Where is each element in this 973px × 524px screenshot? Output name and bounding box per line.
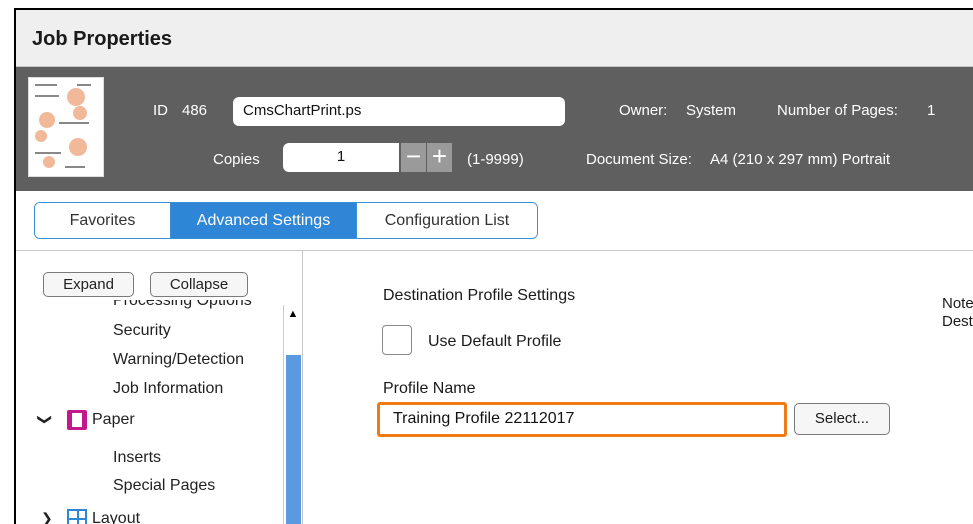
use-default-profile-label: Use Default Profile [428,333,562,350]
note-label: Note: [942,295,973,312]
tree-scrollbar[interactable]: ▲ [283,305,302,524]
scroll-thumb[interactable] [286,355,301,524]
tree-item-layout[interactable]: Layout [92,510,140,524]
job-properties-window: Job Properties ID 486 CmsChartPrint.ps O… [14,8,973,524]
destination-profile-heading: Destination Profile Settings [383,287,576,304]
copies-decrement-button[interactable]: − [401,143,426,172]
tree-item-warning-detection[interactable]: Warning/Detection [113,351,244,369]
filename-field[interactable]: CmsChartPrint.ps [233,97,565,126]
chevron-down-icon[interactable]: ❯ [36,414,53,426]
use-default-profile-checkbox[interactable] [382,325,412,355]
job-id-value: 486 [182,102,208,119]
tree-item-inserts[interactable]: Inserts [113,449,161,467]
copies-label: Copies [213,151,260,168]
layout-icon [67,509,87,524]
note-text: Destin [942,313,973,330]
tree-item-paper[interactable]: Paper [92,411,135,429]
collapse-button[interactable]: Collapse [150,272,248,297]
select-profile-button[interactable]: Select... [794,403,890,435]
copies-increment-button[interactable]: + [427,143,452,172]
settings-tabs: Favorites Advanced Settings Configuratio… [34,202,538,239]
destination-profile-panel: Destination Profile Settings Use Default… [303,251,973,524]
profile-name-label: Profile Name [383,380,476,397]
tree-item-security[interactable]: Security [113,322,171,340]
tree-item-processing-options[interactable]: Processing Options [113,300,252,310]
paper-icon [67,410,87,430]
window-title: Job Properties [32,28,173,50]
owner-value: System [686,102,737,119]
chevron-right-icon[interactable]: ❯ [41,510,53,524]
tree-item-special-pages[interactable]: Special Pages [113,477,215,495]
document-thumbnail [28,77,104,177]
expand-button[interactable]: Expand [43,272,134,297]
owner-label: Owner: [619,102,668,119]
document-size-label: Document Size: [586,151,692,168]
tab-favorites[interactable]: Favorites [35,203,171,238]
title-bar: Job Properties [16,10,973,67]
settings-tree: Expand Collapse Processing Options Secur… [26,260,303,524]
tree-item-job-information[interactable]: Job Information [113,380,223,398]
tab-advanced-settings[interactable]: Advanced Settings [171,203,357,238]
job-id-label: ID [153,102,168,119]
pages-value: 1 [927,102,936,119]
copies-range: (1-9999) [467,151,524,168]
document-size-value: A4 (210 x 297 mm) Portrait [710,151,891,168]
copies-input[interactable]: 1 [283,143,399,172]
scroll-up-icon[interactable]: ▲ [284,305,302,323]
tab-configuration-list[interactable]: Configuration List [357,203,537,238]
pages-label: Number of Pages: [777,102,898,119]
job-header: ID 486 CmsChartPrint.ps Owner: System Nu… [16,67,973,191]
profile-name-field[interactable]: Training Profile 22112017 [377,402,787,437]
